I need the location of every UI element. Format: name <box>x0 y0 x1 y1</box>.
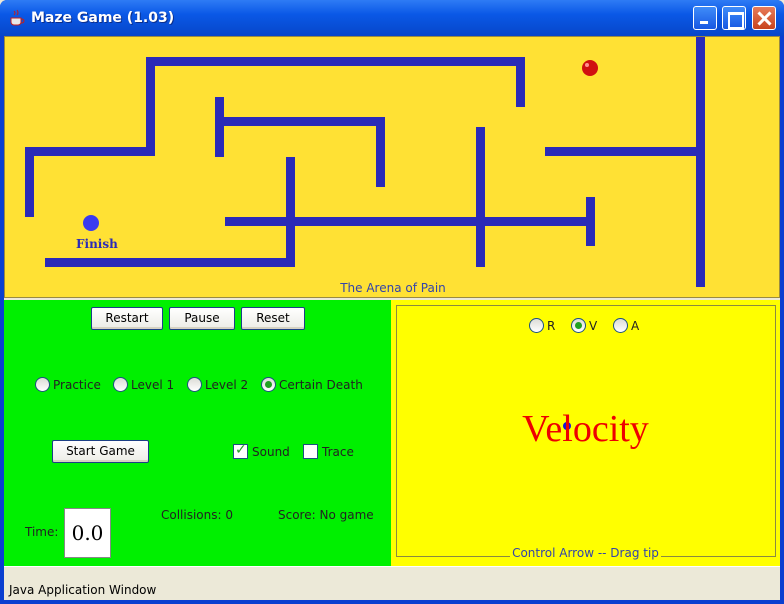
level-radio-practice[interactable]: Practice <box>35 377 101 392</box>
maze-wall <box>225 217 595 226</box>
level-radio-certain-death[interactable]: Certain Death <box>261 377 363 392</box>
velocity-label: Velocity <box>522 408 649 450</box>
maze-wall <box>286 157 295 267</box>
reset-button[interactable]: Reset <box>241 307 305 330</box>
maze-wall <box>25 147 34 217</box>
maze-wall <box>696 37 705 287</box>
app-window: Maze Game (1.03) Finish The Arena of Pai… <box>0 0 784 604</box>
status-bar: Java Application Window <box>4 566 780 600</box>
radio-label: Level 2 <box>205 377 249 392</box>
radio-label: Level 1 <box>131 377 175 392</box>
minimize-button[interactable] <box>693 6 717 30</box>
maximize-button[interactable] <box>722 6 746 30</box>
radio-indicator <box>261 377 276 392</box>
collisions-counter: Collisions: 0 <box>161 508 233 522</box>
title-bar[interactable]: Maze Game (1.03) <box>0 0 784 36</box>
checkbox-label: Sound <box>252 444 290 459</box>
mode-radio-v[interactable]: V <box>571 318 597 333</box>
radio-label: V <box>589 318 598 333</box>
radio-label: Practice <box>53 377 101 392</box>
arena-caption: The Arena of Pain <box>340 281 446 295</box>
score-display: Score: No game <box>278 508 374 522</box>
radio-indicator <box>187 377 202 392</box>
checkbox-label: Trace <box>322 444 354 459</box>
restart-button[interactable]: Restart <box>91 307 163 330</box>
java-cup-icon <box>10 9 25 26</box>
sound-checkbox[interactable]: Sound <box>233 442 290 459</box>
maze-wall <box>545 147 705 156</box>
maze-wall <box>215 117 385 126</box>
window-title: Maze Game (1.03) <box>31 10 175 26</box>
velocity-caption: Control Arrow -- Drag tip <box>391 546 780 560</box>
level-radio-level-1[interactable]: Level 1 <box>113 377 174 392</box>
client-area: Finish The Arena of Pain Restart Pause R… <box>4 36 780 600</box>
maze-wall <box>516 57 525 107</box>
finish-label: Finish <box>76 237 118 251</box>
maze-canvas: Finish <box>25 37 705 287</box>
checkbox-indicator <box>233 442 248 459</box>
level-radio-level-2[interactable]: Level 2 <box>187 377 248 392</box>
maze-walls <box>25 37 705 287</box>
maze-wall <box>376 117 385 187</box>
maze-wall <box>25 147 155 156</box>
radio-indicator <box>529 318 544 333</box>
radio-indicator <box>113 377 128 392</box>
velocity-panel: R V A Velocity Control Arrow -- Drag tip <box>391 300 780 566</box>
maze-arena[interactable]: Finish The Arena of Pain <box>4 36 780 298</box>
maze-wall <box>476 127 485 267</box>
mode-radio-r[interactable]: R <box>529 318 555 333</box>
control-panel: Restart Pause Reset Practice Level 1 Lev… <box>4 300 391 566</box>
radio-label: Certain Death <box>279 377 363 392</box>
time-display: 0.0 <box>64 508 111 558</box>
mode-radio-a[interactable]: A <box>613 318 639 333</box>
radio-label: R <box>547 318 556 333</box>
pause-button[interactable]: Pause <box>169 307 235 330</box>
velocity-caption-text: Control Arrow -- Drag tip <box>510 546 661 560</box>
ball <box>582 60 598 76</box>
maze-wall <box>45 258 295 267</box>
close-button[interactable] <box>752 6 776 30</box>
radio-indicator <box>571 318 586 333</box>
trace-checkbox[interactable]: Trace <box>303 444 354 459</box>
maze-wall <box>146 57 155 156</box>
maze-wall <box>586 197 595 246</box>
status-text: Java Application Window <box>9 583 157 597</box>
start-game-button[interactable]: Start Game <box>52 440 149 463</box>
radio-indicator <box>35 377 50 392</box>
checkbox-indicator <box>303 444 318 459</box>
time-label: Time: <box>25 525 59 539</box>
maze-wall <box>215 97 224 157</box>
radio-label: A <box>631 318 640 333</box>
finish-marker <box>83 215 99 231</box>
maze-wall <box>146 57 525 66</box>
radio-indicator <box>613 318 628 333</box>
